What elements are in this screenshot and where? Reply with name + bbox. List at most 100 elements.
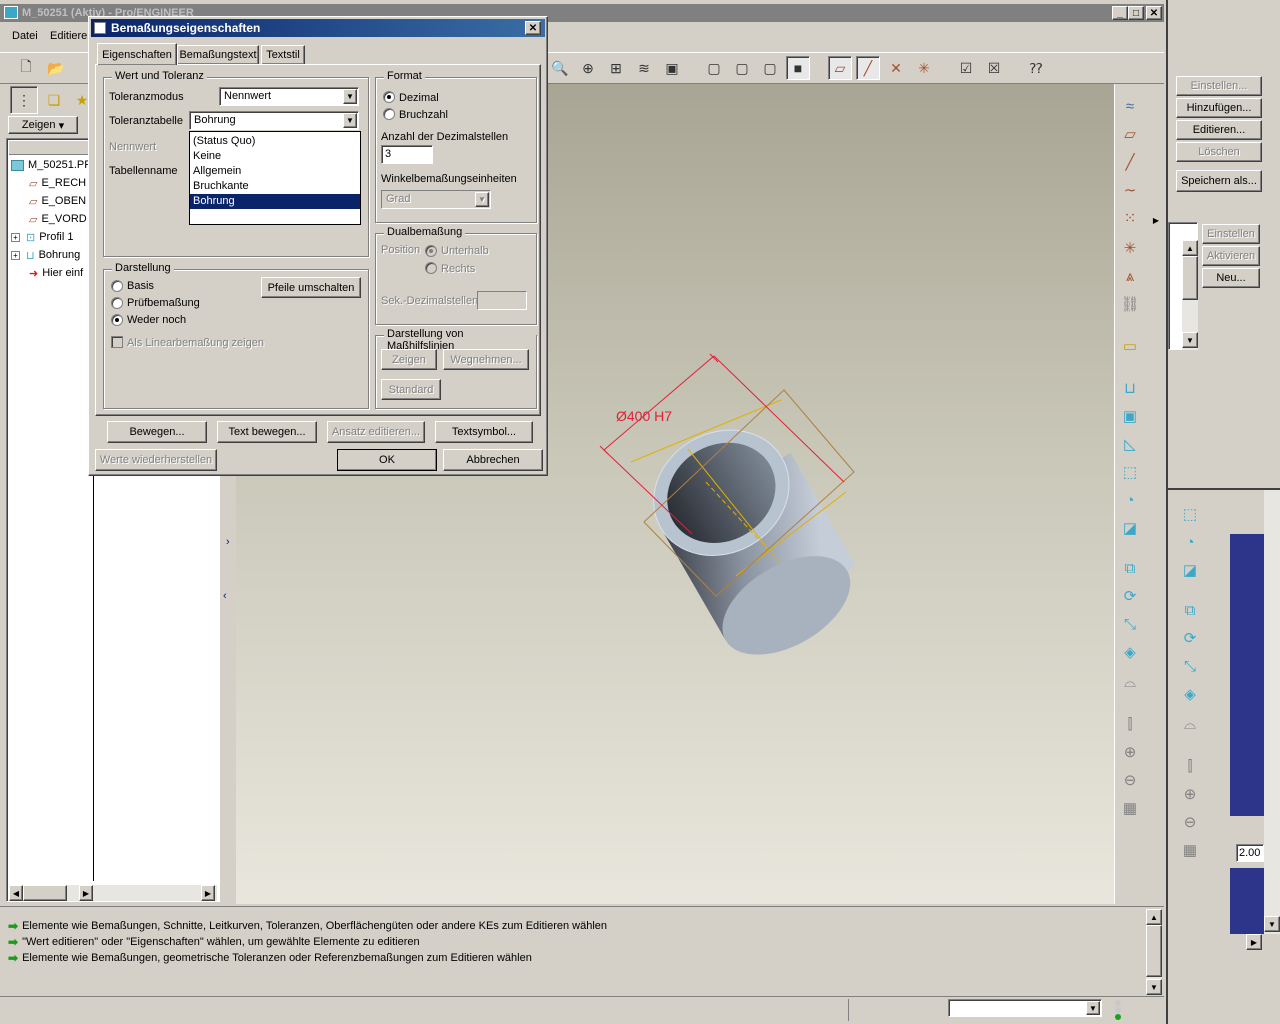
chain-icon[interactable]: ⛓ xyxy=(1118,292,1142,316)
merge-tool-icon[interactable]: ⊕ xyxy=(1118,740,1142,764)
close-button[interactable]: ✕ xyxy=(1146,6,1162,20)
extrude-tool-icon[interactable]: ⧉ xyxy=(1118,556,1142,580)
round-icon[interactable]: ◔ xyxy=(1118,488,1142,512)
dimension-label[interactable]: Ø400 H7 xyxy=(616,408,672,424)
pruefbemassung-radio[interactable] xyxy=(111,297,123,309)
tree-item-profil[interactable]: + ⊡ Profil 1 xyxy=(11,229,73,245)
zoom-icon[interactable]: 🔍 xyxy=(548,56,572,80)
flyout-arrow-icon[interactable]: ▶ xyxy=(1144,208,1168,232)
bewegen-button[interactable]: Bewegen... xyxy=(107,421,207,443)
zeigen-button[interactable]: Zeigen ▾ xyxy=(8,116,78,134)
abbrechen-button[interactable]: Abbrechen xyxy=(443,449,543,471)
tab-eigenschaften[interactable]: Eigenschaften xyxy=(97,43,177,65)
annotation-icon[interactable]: ⊞ xyxy=(604,56,628,80)
open-folder-icon[interactable]: 📂 xyxy=(44,56,68,80)
scroll-right-icon[interactable]: ▶ xyxy=(79,885,93,901)
tree-item-e-vord[interactable]: ▱ E_VORD xyxy=(29,211,87,227)
tree-item-insert-here[interactable]: ➜ Hier einf xyxy=(29,265,83,281)
message-scroll[interactable]: ▲ ▼ xyxy=(1146,909,1162,995)
layers-icon[interactable]: ≋ xyxy=(632,56,656,80)
tree-item-root[interactable]: M_50251.PR xyxy=(11,157,92,173)
tree-item-bohrung[interactable]: + ⊔ Bohrung xyxy=(11,247,80,263)
scroll-right-icon-3[interactable]: ▶ xyxy=(1246,934,1262,950)
window-close-icon[interactable]: ☒ xyxy=(982,56,1006,80)
hinzufuegen-button[interactable]: Hinzufügen... xyxy=(1176,98,1262,118)
csys-icon[interactable]: ✳ xyxy=(1118,236,1142,260)
expand-icon[interactable]: + xyxy=(11,232,20,242)
basis-radio[interactable] xyxy=(111,280,123,292)
sketch-curve-icon[interactable]: ≈ xyxy=(1118,94,1142,118)
dropdown-option[interactable]: Bruchkante xyxy=(190,179,360,194)
window-check-icon[interactable]: ☑ xyxy=(954,56,978,80)
revolve-icon-2[interactable]: ⟳ xyxy=(1178,626,1202,650)
scroll-down-icon-2[interactable]: ▼ xyxy=(1264,916,1280,932)
chamfer-icon[interactable]: ◪ xyxy=(1118,516,1142,540)
editieren-button[interactable]: Editieren... xyxy=(1176,120,1262,140)
tree-item-e-oben[interactable]: ▱ E_OBEN xyxy=(29,193,86,209)
minimize-button[interactable]: _ xyxy=(1112,6,1128,20)
speichern-als-button[interactable]: Speichern als... xyxy=(1176,170,1262,192)
scroll-up-icon[interactable]: ▲ xyxy=(1146,909,1162,925)
scroll-up-icon[interactable]: ▲ xyxy=(1182,240,1198,256)
dialog-titlebar[interactable]: Bemaßungseigenschaften xyxy=(91,19,545,37)
blend-icon-2[interactable]: ◈ xyxy=(1178,682,1202,706)
sweep-tool-icon[interactable]: ⤡ xyxy=(1118,612,1142,636)
dropdown-option-selected[interactable]: Bohrung xyxy=(190,194,360,209)
right-list-scroll[interactable]: ▲ ▼ xyxy=(1182,240,1198,350)
toleranzmodus-select[interactable]: Nennwert ▼ xyxy=(219,87,359,106)
right-vscroll[interactable]: ▼ xyxy=(1264,490,1280,934)
folder-browser-tab-icon[interactable]: ❏ xyxy=(42,88,66,112)
bruchzahl-radio[interactable] xyxy=(383,108,395,120)
datum-plane-icon[interactable]: ▱ xyxy=(1118,122,1142,146)
shell-icon[interactable]: ▣ xyxy=(1118,404,1142,428)
revolve-tool-icon[interactable]: ⟳ xyxy=(1118,584,1142,608)
menu-editieren[interactable]: Editieren xyxy=(50,30,93,42)
toleranztabelle-select[interactable]: Bohrung ▼ xyxy=(189,111,359,130)
collapse-arrow-icon-2[interactable]: ‹ xyxy=(223,590,227,602)
scroll-right-icon-2[interactable]: ▶ xyxy=(201,885,215,901)
anzahl-dezimalstellen-input[interactable]: 3 xyxy=(381,145,433,164)
expand-icon[interactable]: + xyxy=(11,250,20,260)
dropdown-option[interactable]: (Status Quo) xyxy=(190,134,360,149)
model-tree-tab-icon[interactable]: ⋮ xyxy=(10,86,38,114)
analysis-icon[interactable]: ⩓ xyxy=(1118,264,1142,288)
datum-icon[interactable]: ⊕ xyxy=(576,56,600,80)
hole-tool-icon[interactable]: ⊔ xyxy=(1118,376,1142,400)
neu-button[interactable]: Neu... xyxy=(1202,268,1260,288)
chamfer-icon-2[interactable]: ◪ xyxy=(1178,558,1202,582)
scroll-left-icon[interactable]: ◀ xyxy=(9,885,23,901)
view-box-1-icon[interactable]: ▢ xyxy=(702,56,726,80)
rib-icon[interactable]: ◺ xyxy=(1118,432,1142,456)
draft-icon-2[interactable]: ⬚ xyxy=(1178,502,1202,526)
chevron-down-icon[interactable]: ▼ xyxy=(1086,1001,1100,1015)
extrude-icon-2[interactable]: ⧉ xyxy=(1178,598,1202,622)
chevron-down-icon[interactable]: ▼ xyxy=(343,113,357,128)
scroll-thumb[interactable] xyxy=(1146,925,1162,977)
ok-button[interactable]: OK xyxy=(337,449,437,471)
tab-textstil[interactable]: Textstil xyxy=(261,45,305,65)
context-help-icon[interactable]: ⁇ xyxy=(1024,56,1048,80)
merge-icon-2[interactable]: ⊕ xyxy=(1178,782,1202,806)
collapse-arrow-icon[interactable]: › xyxy=(226,536,230,548)
datum-axis-toggle-icon[interactable]: ╱ xyxy=(856,56,880,80)
datum-curve-icon[interactable]: ∼ xyxy=(1118,178,1142,202)
datum-point-icon[interactable]: ⁙ xyxy=(1118,206,1142,230)
pattern-icon-2[interactable]: ▦ xyxy=(1178,838,1202,862)
menu-datei[interactable]: Datei xyxy=(12,30,38,42)
mirror-tool-icon[interactable]: ⫿ xyxy=(1118,712,1142,736)
dezimal-radio[interactable] xyxy=(383,91,395,103)
pattern-tool-icon[interactable]: ▦ xyxy=(1118,796,1142,820)
new-file-icon[interactable]: 🗋 xyxy=(14,56,38,80)
tree-item-e-rech[interactable]: ▱ E_RECH xyxy=(29,175,86,191)
camera-icon[interactable]: ▣ xyxy=(660,56,684,80)
scroll-down-icon[interactable]: ▼ xyxy=(1146,979,1162,995)
datum-plane-toggle-icon[interactable]: ▱ xyxy=(828,56,852,80)
trim-tool-icon[interactable]: ⊖ xyxy=(1118,768,1142,792)
trim-icon-2[interactable]: ⊖ xyxy=(1178,810,1202,834)
datum-axis-icon[interactable]: ╱ xyxy=(1118,150,1142,174)
round-icon-2[interactable]: ◔ xyxy=(1178,530,1202,554)
datum-point-icon[interactable]: ✕ xyxy=(884,56,908,80)
csys-icon[interactable]: ✳ xyxy=(912,56,936,80)
weder-noch-radio[interactable] xyxy=(111,314,123,326)
bushing-part[interactable] xyxy=(631,401,876,675)
